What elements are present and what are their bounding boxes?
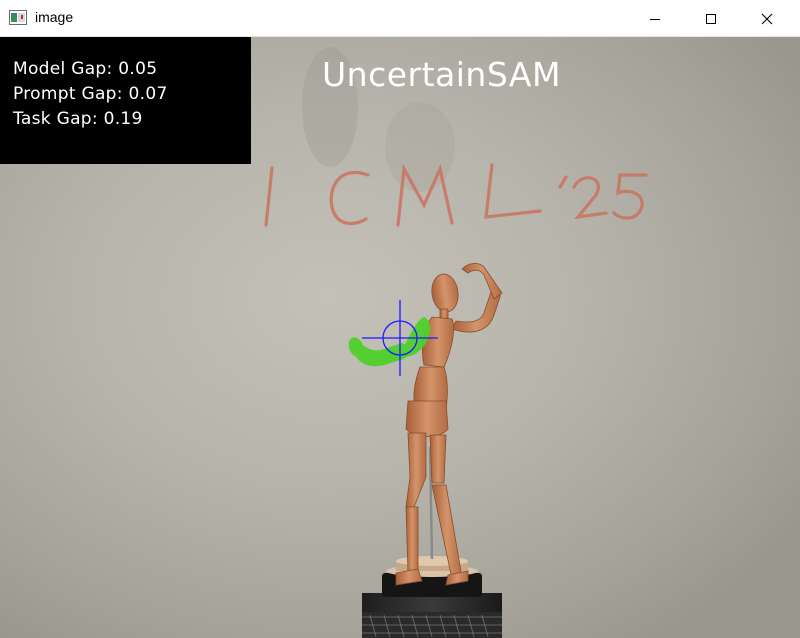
image-canvas[interactable]: Model Gap: 0.05 Prompt Gap: 0.07 Task Ga…	[0, 37, 800, 638]
maximize-button[interactable]	[688, 0, 734, 37]
uncertainty-info-panel: Model Gap: 0.05 Prompt Gap: 0.07 Task Ga…	[0, 37, 251, 164]
close-icon	[761, 13, 773, 24]
overlay-title: UncertainSAM	[322, 55, 561, 94]
task-gap-text: Task Gap: 0.19	[13, 109, 143, 129]
prompt-gap-text: Prompt Gap: 0.07	[13, 84, 168, 104]
minimize-icon	[650, 18, 660, 20]
model-gap-text: Model Gap: 0.05	[13, 59, 158, 79]
close-button[interactable]	[744, 0, 790, 37]
window-title: image	[35, 9, 74, 25]
window-title-bar[interactable]: image	[0, 0, 800, 37]
segmentation-mask	[348, 317, 431, 367]
wooden-mannequin	[395, 263, 503, 586]
pedestal	[362, 556, 502, 638]
maximize-icon	[706, 13, 716, 24]
image-window-icon	[9, 10, 27, 25]
minimize-button[interactable]	[632, 0, 678, 37]
whiteboard-writing	[264, 163, 648, 227]
